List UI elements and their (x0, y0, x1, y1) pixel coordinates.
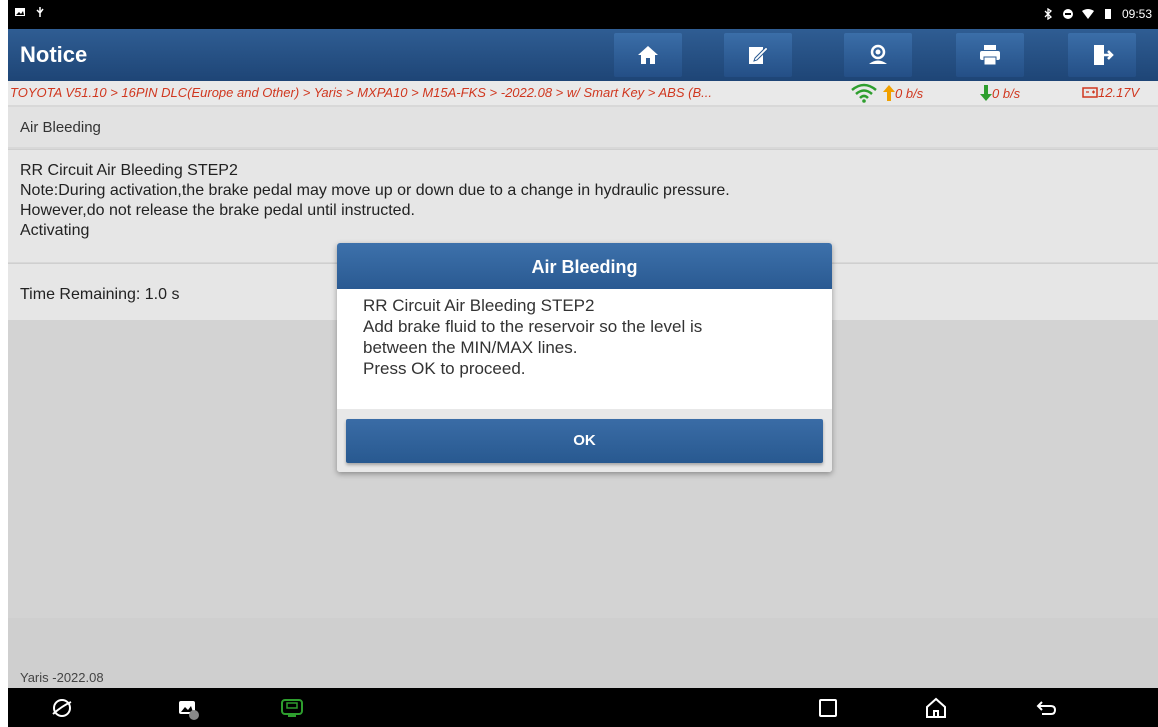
ok-button[interactable]: OK (346, 419, 823, 463)
do-not-disturb-icon (1062, 9, 1073, 19)
exit-icon (1094, 45, 1114, 65)
recent-apps-icon[interactable] (816, 696, 840, 720)
battery-icon (1104, 9, 1111, 19)
dialog-line: between the MIN/MAX lines. (363, 338, 578, 357)
status-time: 09:53 (1121, 7, 1152, 21)
print-button[interactable] (956, 33, 1024, 77)
download-arrow-icon (980, 85, 992, 101)
vci-wifi-icon (851, 83, 877, 103)
message-line: Activating (20, 222, 90, 239)
download-rate-value: 0 b/s (992, 86, 1021, 101)
android-nav-bar (8, 688, 1158, 727)
back-icon[interactable] (1034, 696, 1058, 720)
usb-debug-icon (36, 7, 44, 17)
print-icon (980, 45, 1000, 66)
status-bar: 09:53 (8, 0, 1158, 29)
upload-arrow-icon (883, 85, 895, 101)
breadcrumb-path: TOYOTA V51.10 > 16PIN DLC(Europe and Oth… (10, 85, 712, 100)
support-icon (869, 44, 887, 64)
vci-connector-icon[interactable] (280, 696, 304, 720)
home-icon (638, 46, 658, 64)
section-header: Air Bleeding (8, 107, 1158, 147)
wifi-icon (1081, 9, 1094, 19)
download-rate: 0 b/s (980, 85, 1020, 101)
bluetooth-icon (1044, 8, 1052, 20)
dialog-body: RR Circuit Air Bleeding STEP2 Add brake … (363, 295, 702, 379)
vehicle-info: Yaris -2022.08 (20, 670, 104, 685)
message-line: However,do not release the brake pedal u… (20, 202, 415, 219)
support-button[interactable] (844, 33, 912, 77)
breadcrumb: TOYOTA V51.10 > 16PIN DLC(Europe and Oth… (8, 81, 1158, 105)
exit-button[interactable] (1068, 33, 1136, 77)
message-line: Note:During activation,the brake pedal m… (20, 182, 730, 199)
edit-report-button[interactable] (724, 33, 792, 77)
time-remaining: Time Remaining: 1.0 s (20, 286, 180, 303)
car-battery-icon (1082, 87, 1098, 98)
upload-rate: 0 b/s (883, 85, 923, 101)
upload-rate-value: 0 b/s (895, 86, 924, 101)
footer: Yaris -2022.08 (8, 618, 1158, 688)
browser-icon[interactable] (50, 696, 74, 720)
message-line: RR Circuit Air Bleeding STEP2 (20, 162, 238, 179)
dialog-title: Air Bleeding (337, 243, 832, 289)
screenshot-gallery-icon[interactable] (176, 696, 200, 720)
dialog-line: RR Circuit Air Bleeding STEP2 (363, 296, 595, 315)
title-bar: Notice (8, 29, 1158, 81)
page-title: Notice (20, 42, 88, 67)
battery-voltage: 12.17V (1082, 85, 1139, 100)
home-button[interactable] (614, 33, 682, 77)
home-nav-icon[interactable] (924, 696, 948, 720)
gallery-notification-icon (15, 8, 25, 16)
section-title: Air Bleeding (20, 119, 101, 136)
air-bleeding-dialog: Air Bleeding RR Circuit Air Bleeding STE… (337, 243, 832, 472)
dialog-line: Add brake fluid to the reservoir so the … (363, 317, 703, 336)
battery-voltage-value: 12.17V (1098, 85, 1140, 100)
edit-report-icon (749, 46, 769, 64)
dialog-footer: OK (337, 409, 832, 472)
dialog-line: Press OK to proceed. (363, 359, 526, 378)
